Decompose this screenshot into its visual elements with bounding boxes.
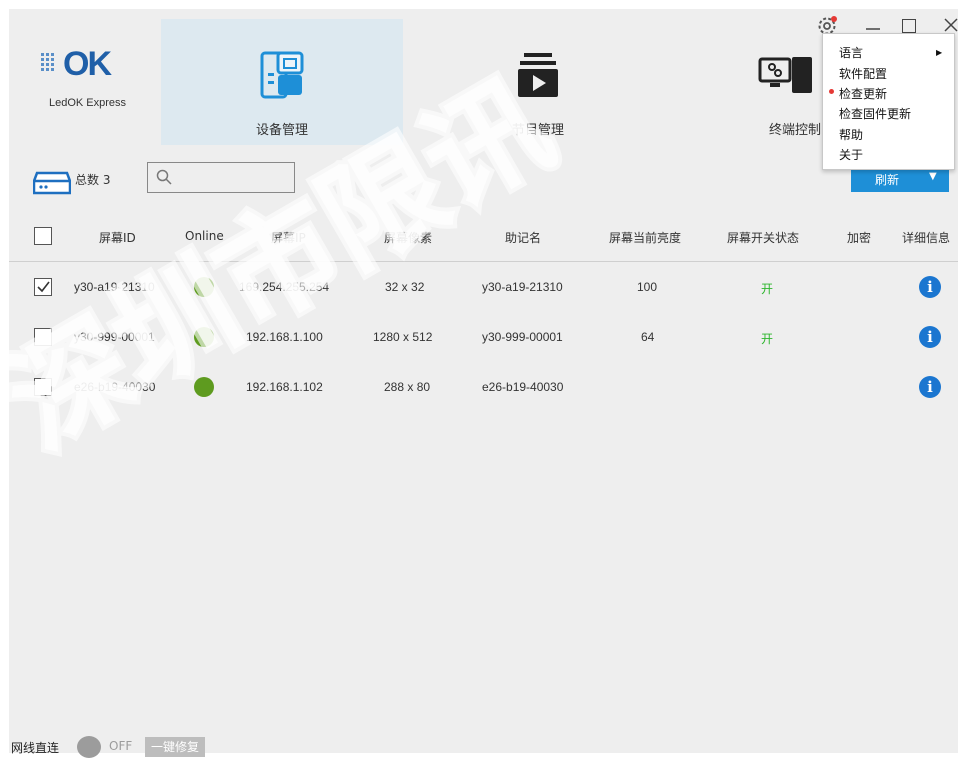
tab-label: 节目管理	[511, 123, 564, 138]
search-icon	[156, 169, 172, 189]
select-all-checkbox[interactable]	[34, 227, 52, 245]
column-header[interactable]: 屏幕开关状态	[727, 229, 799, 246]
column-header[interactable]: 屏幕IP	[271, 229, 306, 246]
tab-program-management[interactable]: 节目管理	[417, 19, 659, 145]
screen-power-status: 开	[761, 282, 774, 296]
logo-text: LedOK Express	[49, 97, 127, 109]
column-header[interactable]: 加密	[847, 229, 871, 246]
settings-menu: 语言 ▶ 软件配置 检查更新 检查固件更新 帮助 关于	[822, 33, 955, 170]
screen-pixels: 288 x 80	[384, 380, 431, 394]
search-input[interactable]	[147, 162, 295, 193]
screen-ip: 169.254.255.254	[239, 280, 330, 294]
screen-power-status: 开	[761, 332, 774, 346]
column-header[interactable]: 详细信息	[902, 229, 950, 246]
table-row[interactable]: y30-a19-21310 169.254.255.254 32 x 32 y3…	[9, 263, 958, 313]
menu-item-software-config[interactable]: 软件配置	[839, 65, 887, 82]
online-indicator	[194, 377, 214, 397]
menu-item-about[interactable]: 关于	[839, 146, 863, 163]
minimize-icon	[866, 28, 880, 30]
table-row[interactable]: y30-999-00001 192.168.1.100 1280 x 512 y…	[9, 313, 958, 363]
terminal-control-icon	[758, 51, 814, 103]
tab-label: 设备管理	[255, 123, 308, 138]
online-indicator	[194, 277, 214, 297]
column-header[interactable]: 助记名	[505, 229, 541, 246]
screen-brightness: 64	[641, 330, 655, 344]
screen-brightness: 100	[637, 280, 658, 294]
update-badge	[829, 89, 834, 94]
network-direct-toggle[interactable]	[77, 736, 101, 758]
minimize-button[interactable]	[865, 17, 881, 33]
one-click-repair-button[interactable]: 一键修复	[145, 737, 205, 757]
info-icon[interactable]: i	[919, 376, 941, 398]
screen-id: e26-b19-40030	[74, 380, 156, 394]
tab-device-management[interactable]: 设备管理	[161, 19, 403, 145]
logo-grid-icon	[41, 53, 54, 71]
app-logo: OK LedOK Express	[41, 45, 159, 125]
column-header[interactable]: 屏幕像素	[384, 229, 432, 246]
main-window: OK LedOK Express 设备管理 节目管理 终端控制 总数 3 刷新 …	[9, 9, 958, 758]
row-checkbox[interactable]	[34, 378, 52, 396]
logo-mark: OK	[41, 45, 112, 84]
close-icon	[944, 18, 958, 32]
toolbar: 总数 3 刷新 ▼	[9, 157, 958, 207]
screen-id: y30-a19-21310	[74, 280, 155, 294]
info-icon[interactable]: i	[919, 326, 941, 348]
screen-ip: 192.168.1.102	[246, 380, 323, 394]
screen-alias: y30-a19-21310	[482, 280, 563, 294]
screen-pixels: 1280 x 512	[373, 330, 433, 344]
network-direct-label: 网线直连	[11, 741, 60, 755]
online-indicator	[194, 327, 214, 347]
screen-id: y30-999-00001	[74, 330, 155, 344]
check-icon	[37, 281, 50, 293]
device-count-icon	[32, 169, 72, 199]
refresh-label: 刷新	[875, 173, 900, 187]
tab-terminal-control[interactable]: 终端控制	[674, 19, 834, 145]
menu-item-language[interactable]: 语言	[839, 44, 863, 61]
device-icon	[260, 51, 304, 103]
chevron-right-icon: ▶	[936, 48, 943, 57]
row-checkbox[interactable]	[34, 328, 52, 346]
menu-item-help[interactable]: 帮助	[839, 126, 863, 143]
screen-pixels: 32 x 32	[385, 280, 425, 294]
status-bar: 网线直连 OFF 一键修复	[9, 727, 958, 758]
column-header[interactable]: Online	[185, 229, 224, 243]
table-header: 屏幕ID Online 屏幕IP 屏幕像素 助记名 屏幕当前亮度 屏幕开关状态 …	[9, 215, 958, 262]
chevron-down-icon[interactable]: ▼	[929, 171, 937, 182]
screen-alias: e26-b19-40030	[482, 380, 564, 394]
column-header[interactable]: 屏幕当前亮度	[609, 229, 681, 246]
maximize-button[interactable]	[902, 19, 916, 33]
menu-item-check-update[interactable]: 检查更新	[839, 85, 887, 102]
device-count: 总数 3	[75, 173, 111, 187]
row-checkbox[interactable]	[34, 278, 52, 296]
column-header[interactable]: 屏幕ID	[99, 229, 136, 246]
menu-item-check-firmware-update[interactable]: 检查固件更新	[839, 105, 911, 122]
toggle-state-label: OFF	[109, 739, 133, 753]
table-row[interactable]: e26-b19-40030 192.168.1.102 288 x 80 e26…	[9, 363, 958, 413]
screen-alias: y30-999-00001	[482, 330, 563, 344]
screen-ip: 192.168.1.100	[246, 330, 323, 344]
program-icon	[518, 51, 558, 103]
update-badge	[831, 16, 837, 22]
info-icon[interactable]: i	[919, 276, 941, 298]
